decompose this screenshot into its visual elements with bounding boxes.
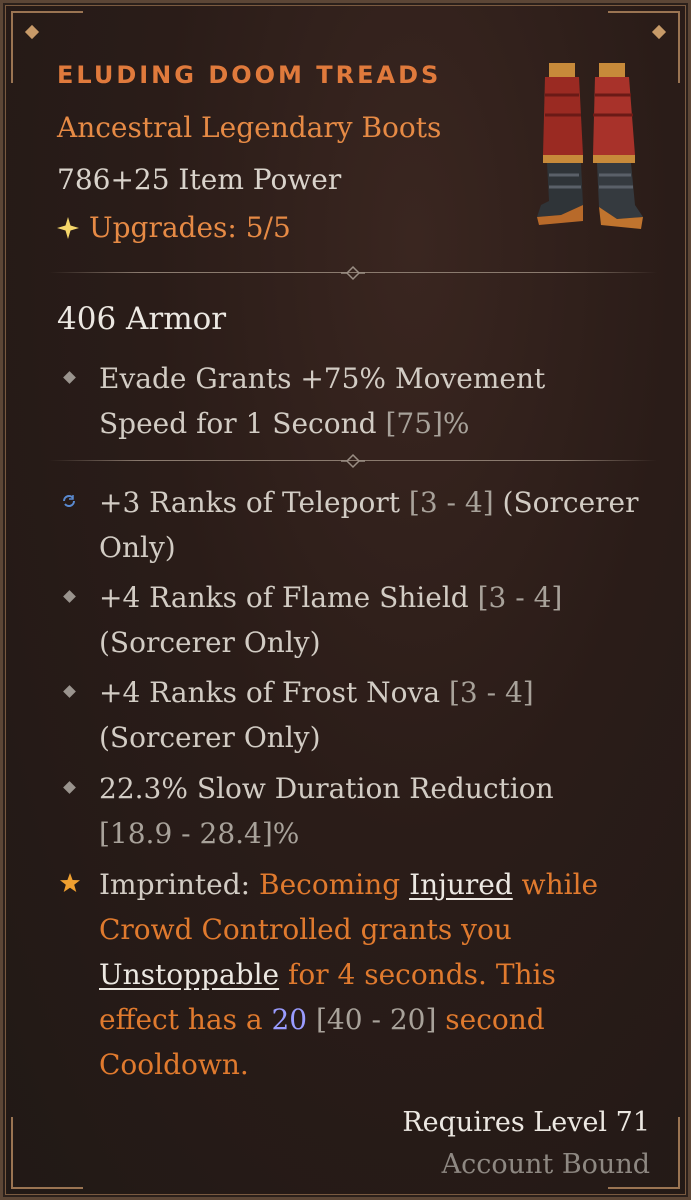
armor-value: 406 Armor — [57, 301, 227, 337]
affix-slow-duration: 22.3% Slow Duration Reduction [18.9 - 28… — [63, 766, 659, 856]
affix-range: [3 - 4] — [408, 486, 494, 519]
imprint-text: Becoming — [259, 868, 410, 901]
diamond-bullet-icon — [63, 685, 76, 698]
imprint-text: while — [512, 868, 599, 901]
imprint-text: for 4 seconds. This — [279, 958, 556, 991]
implicit-line2: Speed for 1 Second — [99, 407, 386, 440]
item-power: 786+25 Item Power — [57, 163, 342, 196]
star-icon — [60, 873, 80, 892]
diamond-bullet-icon — [63, 781, 76, 794]
imprint-text: second — [436, 1003, 545, 1036]
imprint-range: [40 - 20] — [307, 1003, 437, 1036]
upgrades-label: Upgrades: 5/5 — [89, 211, 291, 244]
account-bound: Account Bound — [441, 1149, 650, 1180]
affix-text: +4 Ranks of Flame Shield — [99, 581, 478, 614]
affix-range: [3 - 4] — [477, 581, 563, 614]
implicit-line1: Evade Grants +75% Movement — [99, 362, 546, 395]
cycle-icon — [63, 495, 75, 507]
divider-ornament-icon — [341, 453, 365, 469]
affix-line2: (Sorcerer Only) — [99, 721, 321, 754]
item-name: ELUDING DOOM TREADS — [57, 61, 442, 89]
imprint-text: effect has a — [99, 1003, 272, 1036]
divider — [49, 265, 657, 281]
affix-tail: % — [272, 817, 300, 850]
keyword-unstoppable-link[interactable]: Unstoppable — [99, 958, 279, 991]
affix-flame-shield: +4 Ranks of Flame Shield [3 - 4] (Sorcer… — [63, 575, 659, 665]
imprinted-aspect: Imprinted: Becoming Injured while Crowd … — [60, 862, 659, 1087]
divider-ornament-icon — [341, 265, 365, 281]
item-upgrades: Upgrades: 5/5 — [57, 211, 291, 244]
affix-range: [3 - 4] — [448, 676, 534, 709]
item-type: Ancestral Legendary Boots — [57, 111, 442, 144]
affix-teleport: +3 Ranks of Teleport [3 - 4] (Sorcerer O… — [63, 480, 659, 570]
affix-text: +3 Ranks of Teleport — [99, 486, 409, 519]
keyword-injured-link[interactable]: Injured — [409, 868, 513, 901]
imprint-line2: Crowd Controlled grants you — [99, 913, 512, 946]
affix-line2: Only) — [99, 531, 176, 564]
affix-line2: (Sorcerer Only) — [99, 626, 321, 659]
affix-frost-nova: +4 Ranks of Frost Nova [3 - 4] (Sorcerer… — [63, 670, 659, 760]
boots-icon — [537, 63, 643, 229]
imprint-value: 20 — [271, 1003, 308, 1036]
frame-corner-bottom-left — [11, 1117, 83, 1189]
implicit-affix: Evade Grants +75% Movement Speed for 1 S… — [63, 356, 659, 446]
affix-range: [18.9 - 28.4] — [99, 817, 273, 850]
affix-text: 22.3% Slow Duration Reduction — [99, 772, 554, 805]
divider — [49, 453, 657, 469]
upgrade-spark-icon — [57, 216, 79, 239]
required-level: Requires Level 71 — [402, 1107, 650, 1138]
affix-tail: (Sorcerer — [493, 486, 639, 519]
item-tooltip: ELUDING DOOM TREADS Ancestral Legendary … — [0, 0, 691, 1200]
imprint-label: Imprinted: — [99, 868, 259, 901]
diamond-bullet-icon — [63, 590, 76, 603]
affix-text: +4 Ranks of Frost Nova — [99, 676, 449, 709]
diamond-bullet-icon — [63, 371, 76, 384]
imprint-line5: Cooldown. — [99, 1048, 249, 1081]
implicit-range: [75]% — [385, 407, 470, 440]
